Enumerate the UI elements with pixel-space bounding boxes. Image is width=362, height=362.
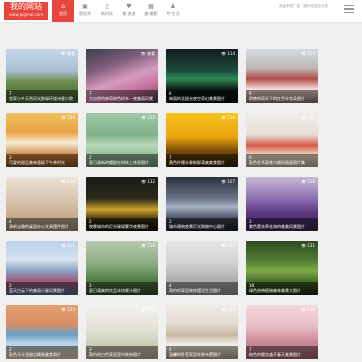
image-card[interactable]: 👁 120 4 温馨的卧室家居软装布置图片	[166, 305, 238, 359]
image-caption[interactable]: 紫色薰衣草花海的唯美风景图片	[249, 224, 316, 230]
menu-icon[interactable]	[344, 5, 354, 15]
image-caption[interactable]: 简约的家居装饰摆设生活图片	[169, 288, 236, 294]
image-card[interactable]: 👁 121 2 蓝天白云下的美丽小屋风景图片	[6, 241, 78, 295]
header-slogan: 欢迎来到广告 · 图片欣赏站为您	[279, 4, 328, 8]
image-caption[interactable]: 农家小乡天然风光鲜绿环绕诗意小院	[9, 96, 76, 102]
logo-title: 我的网站	[10, 2, 42, 11]
main-nav: ⌂ 首页 ▣ 壁纸秀 ▯ 新科技 ♥ 美·旅游 ▦ 趣·摄影 ♟ 夸·生活	[52, 0, 184, 22]
image-card[interactable]: 👁 118 3 紫色薰衣草花海的唯美风景图片	[246, 177, 318, 231]
image-caption[interactable]: 绚丽的北极光夜空奇幻美景图片	[169, 96, 236, 102]
wallpaper-icon: ▣	[82, 3, 88, 10]
image-card[interactable]: 👁 150 3 可爱的甜品美味蛋糕下午茶时光	[6, 113, 78, 167]
image-caption[interactable]: 粉色的樱花盛开春天美景图片	[249, 352, 316, 358]
nav-label: 夸·生活	[166, 11, 180, 16]
view-count-badge: 👁 127	[221, 243, 235, 248]
image-caption[interactable]: 蓝天白云下的美丽小屋风景图片	[9, 288, 76, 294]
image-caption[interactable]: 黄色柠檬水果新鲜清爽美食图片	[169, 160, 236, 166]
nav-item-home[interactable]: ⌂ 首页	[52, 0, 74, 22]
image-grid: 👁 查看 7 农家小乡天然风光鲜绿环绕诗意小院 👁 查看 7 大自然的神奇粉色树木一夜美丽…	[6, 49, 318, 359]
phone-icon: ▯	[105, 3, 109, 10]
nav-item-photo[interactable]: ▦ 趣·摄影	[140, 0, 162, 22]
view-count-badge: 👁 118	[61, 179, 75, 184]
image-card[interactable]: 👁 124 9 明艳的雨伞下的红色伞花朵图片	[246, 49, 318, 103]
view-count-badge: 👁 121	[61, 243, 75, 248]
image-caption[interactable]: 温馨的卧室家居软装布置图片	[169, 352, 236, 358]
nav-label: 壁纸秀	[79, 11, 91, 16]
view-count-badge: 👁 118	[141, 307, 155, 312]
nav-label: 新科技	[101, 11, 113, 16]
view-count-badge: 👁 118	[141, 243, 155, 248]
image-caption[interactable]: 夏日清爽的饮品冰块果汁图片	[89, 288, 156, 294]
view-count-badge: 👁 132	[141, 179, 155, 184]
image-card[interactable]: 👁 107 2 城市建筑夜景灯光购物中心图片	[166, 177, 238, 231]
view-count-badge: 👁 114	[221, 51, 235, 56]
image-caption[interactable]: 夏日清新的蜻蜓在树枝上休息图片	[89, 160, 156, 166]
image-card[interactable]: 👁 124 2 彩色马卡龙甜点精致美食照片	[6, 305, 78, 359]
view-count-badge: 👁 116	[221, 115, 235, 120]
view-count-badge: 👁 119	[301, 307, 315, 312]
image-caption[interactable]: 绿色热带植物森林美景大图片	[249, 288, 316, 294]
image-card[interactable]: 👁 查看 7 农家小乡天然风光鲜绿环绕诗意小院	[6, 49, 78, 103]
nav-item-tech[interactable]: ▯ 新科技	[96, 0, 118, 22]
logo-subtitle: www.pigmal.com	[8, 12, 44, 17]
top-header: 我的网站 www.pigmal.com ⌂ 首页 ▣ 壁纸秀 ▯ 新科技 ♥ 美…	[0, 0, 362, 23]
image-card[interactable]: 👁 118 3 夏日清爽的饮品冰块果汁图片	[86, 241, 158, 295]
view-count-badge: 👁 124	[61, 307, 75, 312]
image-caption[interactable]: 大自然的神奇粉色树木一夜美丽风景	[89, 96, 156, 102]
image-caption[interactable]: 彩色马卡龙甜点精致美食照片	[9, 352, 76, 358]
nav-item-life[interactable]: ♟ 夸·生活	[162, 0, 184, 22]
image-card[interactable]: 👁 127 4 简约的家居装饰摆设生活图片	[166, 241, 238, 295]
nav-label: 趣·摄影	[144, 11, 158, 16]
image-caption[interactable]: 彩色艺术画笔与颜料画画图片集	[249, 160, 316, 166]
image-card[interactable]: 👁 124 6 彩色艺术画笔与颜料画画图片集	[246, 113, 318, 167]
view-count-badge: 👁 查看	[60, 51, 75, 56]
image-card[interactable]: 👁 131 18 绿色热带植物森林美景大图片	[246, 241, 318, 295]
image-card[interactable]: 👁 118 3 简约的白色家居室内装饰图片	[86, 305, 158, 359]
image-card[interactable]: 👁 119 7 粉色的樱花盛开春天美景图片	[246, 305, 318, 359]
image-card[interactable]: 👁 118 4 清新淡雅的桌面办公文具摆件照片	[6, 177, 78, 231]
image-card[interactable]: 👁 125 2 夏日清新的蜻蜓在树枝上休息图片	[86, 113, 158, 167]
nav-label: 首页	[59, 11, 67, 16]
image-card[interactable]: 👁 114 6 绚丽的北极光夜空奇幻美景图片	[166, 49, 238, 103]
person-icon: ♟	[170, 3, 176, 10]
view-count-badge: 👁 118	[301, 179, 315, 184]
view-count-badge: 👁 150	[61, 115, 75, 120]
view-count-badge: 👁 125	[141, 115, 155, 120]
view-count-badge: 👁 131	[301, 243, 315, 248]
image-caption[interactable]: 可爱的甜品美味蛋糕下午茶时光	[9, 160, 76, 166]
image-caption[interactable]: 夜晚城市的灯光璀璨繁华夜景图片	[89, 224, 156, 230]
photo-icon: ▦	[148, 3, 154, 10]
image-caption[interactable]: 城市建筑夜景灯光购物中心图片	[169, 224, 236, 230]
view-count-badge: 👁 124	[301, 51, 315, 56]
nav-item-travel[interactable]: ♥ 美·旅游	[118, 0, 140, 22]
view-count-badge: 👁 查看	[140, 51, 155, 56]
image-caption[interactable]: 明艳的雨伞下的红色伞花朵图片	[249, 96, 316, 102]
site-logo[interactable]: 我的网站 www.pigmal.com	[4, 2, 48, 20]
nav-label: 美·旅游	[122, 11, 136, 16]
location-icon: ♥	[126, 3, 132, 10]
image-caption[interactable]: 清新淡雅的桌面办公文具摆件照片	[9, 224, 76, 230]
nav-item-wallpaper[interactable]: ▣ 壁纸秀	[74, 0, 96, 22]
image-card[interactable]: 👁 116 7 黄色柠檬水果新鲜清爽美食图片	[166, 113, 238, 167]
image-card[interactable]: 👁 132 2 夜晚城市的灯光璀璨繁华夜景图片	[86, 177, 158, 231]
view-count-badge: 👁 124	[301, 115, 315, 120]
home-icon: ⌂	[61, 3, 65, 10]
image-card[interactable]: 👁 查看 7 大自然的神奇粉色树木一夜美丽风景	[86, 49, 158, 103]
view-count-badge: 👁 120	[221, 307, 235, 312]
view-count-badge: 👁 107	[221, 179, 235, 184]
image-caption[interactable]: 简约的白色家居室内装饰图片	[89, 352, 156, 358]
